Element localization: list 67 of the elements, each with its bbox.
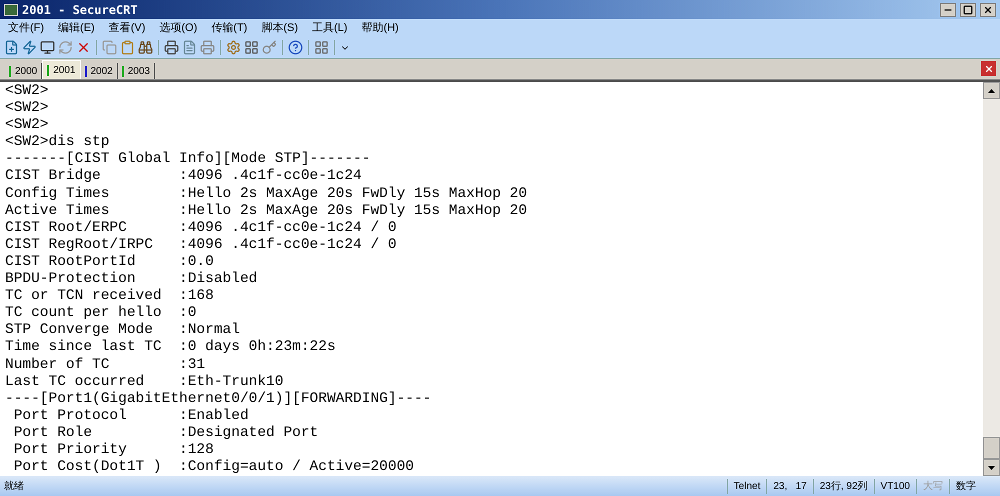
tab-label: 2000 — [15, 64, 38, 78]
close-tab-button[interactable] — [981, 61, 996, 76]
terminal-line: CIST Root/ERPC :4096 .4c1f-cc0e-1c24 / 0 — [5, 220, 398, 237]
terminal-line: BPDU-Protection :Disabled — [5, 271, 258, 288]
close-icon — [983, 4, 993, 14]
terminal-line: <SW2> — [5, 83, 50, 100]
session-tab[interactable]: 2001 — [42, 60, 80, 79]
terminal-line: TC count per hello :0 — [5, 305, 198, 322]
menu-item[interactable]: 传输(T) — [211, 20, 248, 36]
terminal-line: <SW2> — [5, 117, 50, 134]
terminal-line: Port Role :Designated Port — [12, 424, 320, 442]
scrollbar[interactable] — [983, 82, 1000, 476]
find-icon[interactable] — [138, 40, 153, 55]
layout-icon[interactable] — [314, 40, 329, 55]
status-field: 23, 17 — [766, 478, 813, 494]
scroll-up-button[interactable] — [983, 82, 1000, 99]
maximize-icon — [963, 4, 973, 14]
terminal-line: CIST Bridge :4096 .4c1f-cc0e-1c24 — [5, 168, 363, 186]
terminal-line: STP Converge Mode :Normal — [5, 322, 241, 340]
menu-item[interactable]: 工具(L) — [312, 20, 348, 36]
terminal-line: Active Times :Hello 2s MaxAge 20s FwDly 15s MaxHop 20 — [5, 202, 528, 220]
menu-item[interactable]: 选项(O) — [159, 20, 198, 36]
minimize-button[interactable] — [940, 2, 956, 16]
terminal-line: ----[Port1(GigabitEthernet0/0/1)][FORWARDING]---- — [5, 390, 432, 408]
status-message: 就绪 — [4, 480, 25, 494]
terminal-line: Port Protocol :Enabled — [12, 408, 250, 425]
up-arrow-icon — [988, 88, 995, 92]
status-field: 大写 — [916, 478, 949, 494]
menu-item[interactable]: 查看(V) — [108, 20, 146, 36]
window-title: 2001 - SecureCRT — [22, 2, 139, 18]
terminal-line: Number of TC :31 — [5, 356, 206, 374]
tab-label: 2001 — [53, 64, 76, 78]
tab-label: 2002 — [90, 64, 113, 78]
status-field: 23行, 92列 — [812, 478, 874, 494]
terminal-line: Port Priority :128 — [12, 442, 215, 460]
down-arrow-icon — [988, 466, 995, 470]
menu-item[interactable]: 脚本(S) — [261, 20, 298, 36]
menu-item[interactable]: 编辑(E) — [58, 20, 95, 36]
menu-item[interactable]: 帮助(H) — [361, 20, 399, 36]
terminal-line: CIST RegRoot/IRPC :4096 .4c1f-cc0e-1c24 / 0 — [5, 236, 398, 254]
close-icon — [984, 64, 994, 74]
status-field: Telnet — [726, 478, 766, 494]
close-button[interactable] — [980, 2, 996, 16]
app-icon — [4, 4, 18, 16]
terminal-line: TC or TCN received :168 — [5, 288, 215, 306]
terminal-line: <SW2>dis stp — [5, 134, 110, 152]
tab-label: 2003 — [128, 64, 150, 78]
scroll-down-button[interactable] — [983, 459, 1000, 476]
terminal-line: Last TC occurred :Eth-Trunk10 — [5, 374, 284, 391]
terminal-line: Config Times :Hello 2s MaxAge 20s FwDly 15s MaxHop 20 — [5, 186, 528, 203]
help-icon[interactable] — [288, 40, 303, 55]
session-tab[interactable]: 2002 — [80, 63, 118, 79]
grid-icon[interactable] — [244, 40, 259, 55]
terminal-line: -------[CIST Global Info][Mode STP]------- — [5, 151, 372, 168]
monitor-icon[interactable] — [40, 40, 55, 55]
menu-item[interactable]: 文件(F) — [8, 20, 44, 36]
terminal-line: Time since last TC :0 days 0h:23m:22s — [5, 339, 337, 356]
lightning-icon[interactable] — [22, 40, 37, 55]
status-field: 数字 — [949, 478, 982, 494]
terminal-line: Port Cost(Dot1T ) :Config=auto / Active=20000 — [12, 459, 415, 476]
status-field: VT100 — [874, 478, 916, 494]
terminal-line: CIST RootPortId :0.0 — [5, 254, 215, 272]
print-icon[interactable] — [164, 40, 179, 55]
scroll-thumb[interactable] — [983, 437, 1000, 459]
maximize-button[interactable] — [960, 2, 976, 16]
options-icon[interactable] — [226, 40, 241, 55]
terminal-line: <SW2> — [5, 100, 50, 118]
